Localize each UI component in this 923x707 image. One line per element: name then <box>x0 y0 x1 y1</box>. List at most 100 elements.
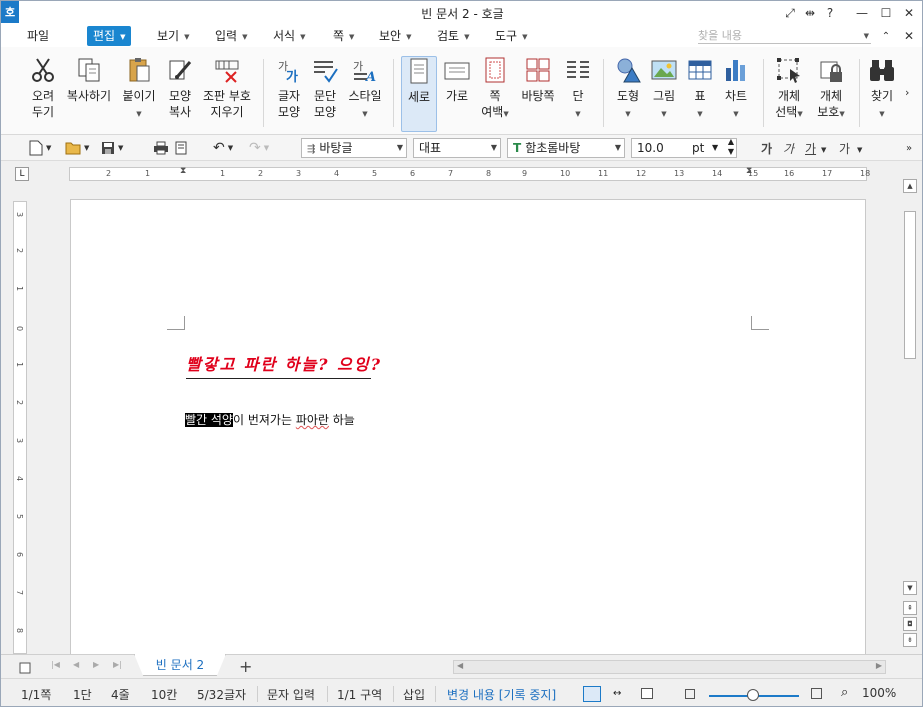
menu-insert[interactable]: 입력 ▼ <box>209 26 253 46</box>
copy-button[interactable]: 복사하기 <box>65 56 113 132</box>
page-view-button[interactable] <box>583 686 601 702</box>
chart-button[interactable]: 차트 ▼ <box>719 56 753 132</box>
vertical-scrollbar[interactable]: ▲ ▼ ⇞ ◘ ⇟ <box>903 169 917 649</box>
scroll-left-icon[interactable]: ◀ <box>457 661 463 670</box>
strike-button[interactable]: 가 <box>839 140 850 157</box>
chevron-down-icon[interactable]: ▼ <box>864 28 869 44</box>
menu-file[interactable]: 파일 <box>21 26 55 46</box>
fullscreen-icon[interactable]: ⤢ <box>779 3 801 23</box>
indent-marker-icon[interactable]: ⧗ <box>180 166 186 176</box>
erase-marks-button[interactable]: 조판 부호 지우기 <box>201 56 253 132</box>
magnifier-icon[interactable]: ⌕ <box>841 685 848 700</box>
selected-text[interactable]: 빨간 석양 <box>185 413 233 427</box>
find-input[interactable]: 찾을 내용 ▼ <box>698 28 871 44</box>
collapse-ribbon-icon[interactable]: ⌃ <box>875 26 897 46</box>
menu-review[interactable]: 검토 ▼ <box>431 26 475 46</box>
zoom-in-icon[interactable] <box>811 688 822 699</box>
print-icon[interactable] <box>153 139 169 157</box>
horizontal-ruler[interactable]: 2 1 1 2 3 4 5 6 7 8 9 10 11 12 13 14 15 … <box>69 166 870 181</box>
picture-button[interactable]: 그림 ▼ <box>647 56 681 132</box>
style-button[interactable]: 가A 스타일 ▼ <box>345 56 385 132</box>
scroll-down-icon[interactable]: ▼ <box>903 581 917 595</box>
char-shape-button[interactable]: 가가 글자 모양 <box>271 56 307 132</box>
toolbar-more-icon[interactable]: » <box>906 139 912 157</box>
bold-button[interactable]: 가 <box>761 140 772 157</box>
horizontal-scrollbar[interactable]: ◀ ▶ <box>453 660 886 674</box>
prev-tab-icon[interactable]: ◀ <box>73 660 79 669</box>
style-combo[interactable]: ⇶ 바탕글 ▼ <box>301 138 407 158</box>
zoom-slider-thumb[interactable] <box>747 689 759 701</box>
vertical-page-button[interactable]: 세로 <box>401 56 437 132</box>
find-button[interactable]: 찾기 ▼ <box>865 56 899 132</box>
zoom-level[interactable]: 100% <box>862 686 896 700</box>
menu-edit[interactable]: 편집 ▼ <box>87 26 132 46</box>
table-button[interactable]: 표 ▼ <box>683 56 717 132</box>
font-size-input[interactable]: 10.0 pt ▼ ▲ ▼ <box>631 137 737 158</box>
scroll-up-icon[interactable]: ▲ <box>903 179 917 193</box>
width-view-icon[interactable]: ↔ <box>613 688 621 699</box>
page-margin-button[interactable]: 쪽 여백▼ <box>477 56 513 132</box>
cut-button[interactable]: 오려 두기 <box>23 56 63 132</box>
scroll-thumb[interactable] <box>904 211 916 359</box>
object-select-button[interactable]: 개체 선택▼ <box>771 56 807 132</box>
page-down-icon[interactable]: ⇟ <box>903 633 917 647</box>
maximize-button[interactable]: ☐ <box>875 3 897 23</box>
language-combo[interactable]: 대표 ▼ <box>413 138 501 158</box>
menu-tools[interactable]: 도구 ▼ <box>489 26 533 46</box>
menu-security[interactable]: 보안 ▼ <box>373 26 417 46</box>
full-view-icon[interactable] <box>641 688 653 699</box>
next-tab-icon[interactable]: ▶ <box>93 660 99 669</box>
zoom-out-icon[interactable] <box>685 689 695 699</box>
close-button[interactable]: ✕ <box>898 3 920 23</box>
redo-icon[interactable]: ↷ ▼ <box>249 139 269 157</box>
chevron-down-icon[interactable]: ▼ <box>821 141 826 159</box>
background-page-button[interactable]: 바탕쪽 <box>517 56 559 132</box>
add-tab-button[interactable]: + <box>239 657 252 676</box>
italic-button[interactable]: 가 <box>783 140 794 157</box>
undo-icon[interactable]: ↶ ▼ <box>213 139 233 157</box>
minimize-button[interactable]: — <box>851 3 873 23</box>
page-up-icon[interactable]: ⇞ <box>903 601 917 615</box>
document-paragraph[interactable]: 빨간 석양이 번져가는 파아란 하늘 <box>185 412 355 428</box>
ribbon-scroll-right[interactable]: › <box>905 83 909 101</box>
portrait-page-icon <box>410 58 428 84</box>
first-tab-icon[interactable]: |◀ <box>51 660 60 669</box>
close-doc-icon[interactable]: ✕ <box>898 26 920 46</box>
open-folder-icon[interactable]: ▼ <box>65 139 89 157</box>
font-combo[interactable]: T 함초롬바탕 ▼ <box>507 138 625 158</box>
new-doc-icon[interactable]: ▼ <box>29 139 51 157</box>
status-page[interactable]: 1/1쪽 <box>21 686 51 703</box>
status-mode[interactable]: 문자 입력 <box>267 686 315 703</box>
document-page[interactable]: 빨갛고 파란 하늘? 으잉? 빨간 석양이 번져가는 파아란 하늘 <box>70 199 866 659</box>
tab-stop-selector-icon[interactable]: L <box>15 167 29 181</box>
page-fit-icon[interactable]: ◘ <box>903 617 917 631</box>
underline-button[interactable]: 가 <box>805 140 816 157</box>
help-icon[interactable]: ? <box>819 3 841 23</box>
object-protect-button[interactable]: 개체 보호▼ <box>811 56 851 132</box>
status-section[interactable]: 1/1 구역 <box>337 686 382 703</box>
chevron-down-icon[interactable]: ▼ <box>857 141 862 159</box>
tab-document-2[interactable]: 빈 문서 2 <box>134 654 226 676</box>
last-tab-icon[interactable]: ▶| <box>113 660 122 669</box>
menu-format[interactable]: 서식 ▼ <box>267 26 311 46</box>
status-insert[interactable]: 삽입 <box>403 686 425 703</box>
svg-text:가: 가 <box>353 60 363 73</box>
status-track-changes[interactable]: 변경 내용 [기록 중지] <box>447 686 556 703</box>
column-button[interactable]: 단 ▼ <box>561 56 595 132</box>
document-title[interactable]: 빨갛고 파란 하늘? 으잉? <box>186 351 382 375</box>
split-view-icon[interactable]: ⇹ <box>799 3 821 23</box>
shape-copy-button[interactable]: 모양 복사 <box>161 56 199 132</box>
paste-button[interactable]: 붙이기 ▼ <box>117 56 161 132</box>
menu-page[interactable]: 쪽 ▼ <box>327 26 360 46</box>
scroll-right-icon[interactable]: ▶ <box>876 661 882 670</box>
tab-list-icon[interactable] <box>19 659 31 677</box>
shapes-button[interactable]: 도형 ▼ <box>611 56 645 132</box>
vertical-ruler[interactable]: 3 2 1 0 1 2 3 4 5 6 7 8 <box>13 201 27 654</box>
print-preview-icon[interactable] <box>175 139 187 157</box>
para-shape-button[interactable]: 문단 모양 <box>307 56 343 132</box>
right-margin-marker-icon[interactable]: ⧗ <box>746 166 752 176</box>
save-icon[interactable]: ▼ <box>101 139 123 157</box>
spellcheck-word[interactable]: 파아란 <box>296 413 329 427</box>
menu-view[interactable]: 보기 ▼ <box>151 26 195 46</box>
horizontal-page-button[interactable]: 가로 <box>439 56 475 132</box>
